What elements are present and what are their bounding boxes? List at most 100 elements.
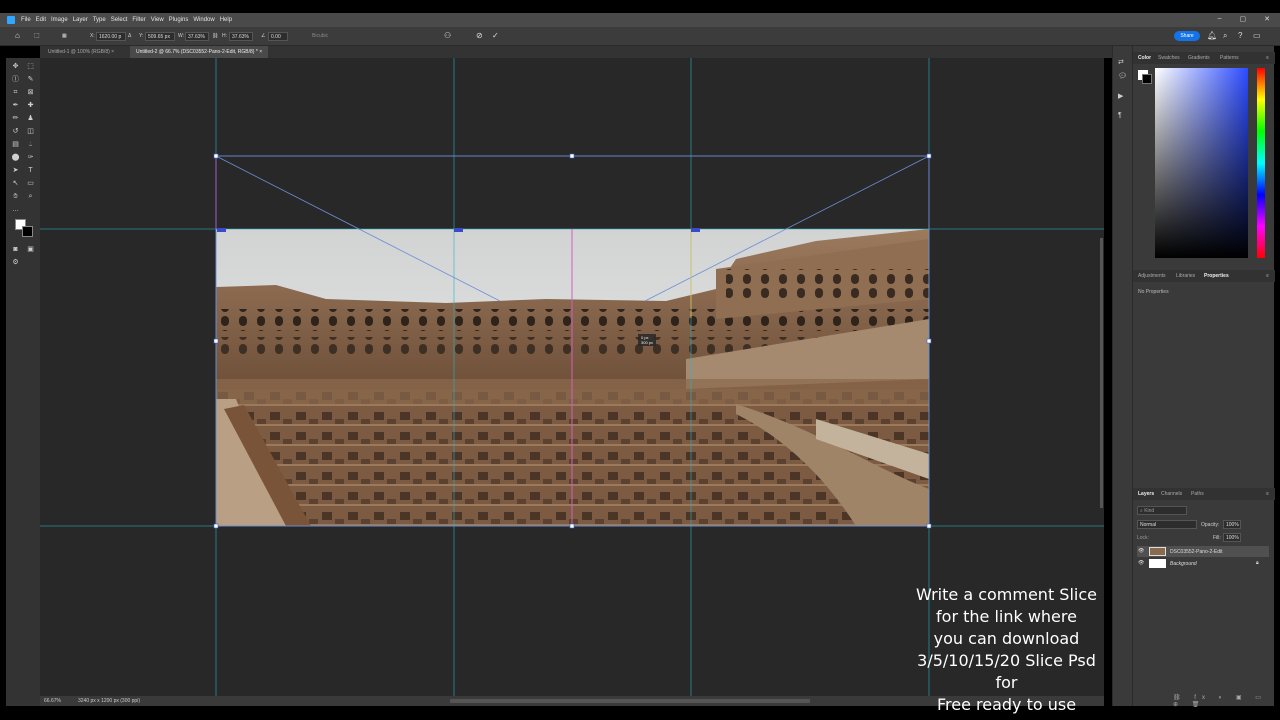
close-window-button[interactable]: ✕ [1264,15,1270,23]
tab-untitled-1[interactable]: Untitled-1 @ 100% (RGB/8) × [42,46,120,58]
menu-layer[interactable]: Layer [73,17,88,23]
menu-type[interactable]: Type [93,17,106,23]
horizontal-scrollbar[interactable] [450,699,810,703]
layer-row[interactable]: 👁︎ Background 🔒︎ [1137,558,1269,569]
menu-file[interactable]: File [21,17,31,23]
video-caption: Write a comment Slice for the link where… [905,584,1108,716]
hand-tool-icon[interactable]: ✋︎ [11,192,20,201]
move-tool-icon[interactable]: ✥ [11,62,20,71]
reference-point-icon[interactable]: ▦ [62,33,67,39]
dodge-tool-icon[interactable]: ⬤ [11,153,20,162]
direct-select-tool-icon[interactable]: ↖ [11,179,20,188]
extras-icon[interactable]: ⚙ [11,258,20,267]
tab-untitled-2[interactable]: Untitled-2 @ 66.7% (DSC03552-Pano-2-Edit… [130,46,269,58]
blur-tool-icon[interactable]: 💧︎ [26,140,35,149]
relative-position-icon[interactable]: Δ [128,33,131,39]
menu-filter[interactable]: Filter [132,17,145,23]
layer-filter-kind[interactable]: ⌕ Kind [1137,506,1187,515]
menu-image[interactable]: Image [51,17,68,23]
menu-plugins[interactable]: Plugins [169,17,189,23]
workspace-icon[interactable]: ▭ [1253,31,1261,40]
search-icon[interactable]: ⌕ [1223,31,1227,41]
quick-select-tool-icon[interactable]: ✎ [26,75,35,84]
lasso-tool-icon[interactable]: ⓛ [11,75,20,84]
stamp-tool-icon[interactable]: ♟ [26,114,35,123]
menu-bar: File Edit Image Layer Type Select Filter… [0,13,1280,27]
warp-icon[interactable]: ⚇ [444,31,451,40]
zoom-level[interactable]: 66.67% [44,698,61,704]
type-tool-icon[interactable]: T [26,166,35,175]
menu-edit[interactable]: Edit [36,17,46,23]
fill-field[interactable]: 100% [1223,533,1241,542]
tab-channels[interactable]: Channels [1161,491,1182,497]
x-label: X: [90,33,95,39]
y-position-field[interactable]: 509.65 px [145,32,175,41]
interpolation-select[interactable]: Bicubic [312,33,328,39]
marquee-tool-icon[interactable]: ⬚ [26,62,35,71]
tab-swatches[interactable]: Swatches [1158,55,1180,61]
home-icon[interactable]: ⌂ [15,31,20,40]
layer-row[interactable]: 👁︎ DSC03552-Pano-2-Edit [1137,546,1269,557]
menu-select[interactable]: Select [111,17,128,23]
panel-menu-icon[interactable]: ≡ [1266,55,1269,61]
panel-menu-icon[interactable]: ≡ [1266,491,1269,497]
layers-footer-icons[interactable]: ⛓ fx ◐ ▣ ▭ ⊕ 🗑︎ [1173,694,1274,708]
x-position-field[interactable]: 1620.00 p [96,32,126,41]
hue-slider[interactable] [1257,68,1265,258]
tab-color[interactable]: Color [1138,55,1151,61]
help-icon[interactable]: ? [1238,31,1242,40]
eyedropper-tool-icon[interactable]: ✒ [11,101,20,110]
tab-libraries[interactable]: Libraries [1176,273,1195,279]
angle-field[interactable]: 0.00 [268,32,288,41]
eraser-tool-icon[interactable]: ◫ [26,127,35,136]
pen-tool-icon[interactable]: ✑ [26,153,35,162]
tab-patterns[interactable]: Patterns [1220,55,1239,61]
transform-tool-icon[interactable]: ⬚ [34,32,40,39]
link-icon[interactable]: ⛓ [212,33,218,39]
close-tab-icon[interactable]: × [259,49,262,55]
tab-layers[interactable]: Layers [1138,491,1154,497]
tab-gradients[interactable]: Gradients [1188,55,1210,61]
healing-brush-tool-icon[interactable]: ✚ [26,101,35,110]
color-field[interactable] [1155,68,1248,258]
menu-view[interactable]: View [151,17,164,23]
cancel-transform-icon[interactable]: ⊘ [476,31,483,40]
history-brush-tool-icon[interactable]: ↺ [11,127,20,136]
tab-adjustments[interactable]: Adjustments [1138,273,1166,279]
zoom-tool-icon[interactable]: ⌕ [26,192,35,201]
menu-help[interactable]: Help [220,17,232,23]
opacity-field[interactable]: 100% [1223,520,1241,529]
commit-transform-icon[interactable]: ✓ [492,31,499,40]
frame-tool-icon[interactable]: ⊠ [26,88,35,97]
maximize-button[interactable]: ▢ [1240,15,1247,23]
height-field[interactable]: 37.63% [229,32,253,41]
width-field[interactable]: 37.63% [185,32,209,41]
panel-menu-icon[interactable]: ≡ [1266,273,1269,279]
quick-mask-icon[interactable]: ◙ [11,245,20,254]
minimize-button[interactable]: – [1218,15,1222,23]
tab-paths[interactable]: Paths [1191,491,1204,497]
paragraph-panel-icon[interactable]: ¶ [1118,112,1122,119]
color-background-swatch[interactable] [1142,74,1152,84]
comments-panel-icon[interactable]: 💬︎ [1118,72,1127,80]
tab-properties[interactable]: Properties [1204,273,1229,279]
history-panel-icon[interactable]: ⇄ [1118,58,1124,66]
brush-tool-icon[interactable]: ✏ [11,114,20,123]
crop-tool-icon[interactable]: ⌗ [11,88,20,97]
eye-icon[interactable]: 👁︎ [1138,548,1144,554]
close-tab-icon[interactable]: × [111,49,114,55]
blend-mode-select[interactable]: Normal [1137,520,1197,529]
fill-label: Fill: [1213,535,1221,541]
bell-icon[interactable]: 🔔︎ [1207,31,1217,40]
share-button[interactable]: Share [1174,31,1200,41]
path-select-tool-icon[interactable]: ➤ [11,166,20,175]
more-tools-icon[interactable]: … [11,205,20,214]
screen-mode-icon[interactable]: ▣ [26,245,35,254]
gradient-tool-icon[interactable]: ▤ [11,140,20,149]
eye-icon[interactable]: 👁︎ [1138,560,1144,566]
actions-panel-icon[interactable]: ▶ [1118,92,1123,100]
vertical-scrollbar[interactable] [1100,238,1103,508]
rectangle-tool-icon[interactable]: ▭ [26,179,35,188]
background-color-swatch[interactable] [22,226,33,237]
menu-window[interactable]: Window [193,17,214,23]
